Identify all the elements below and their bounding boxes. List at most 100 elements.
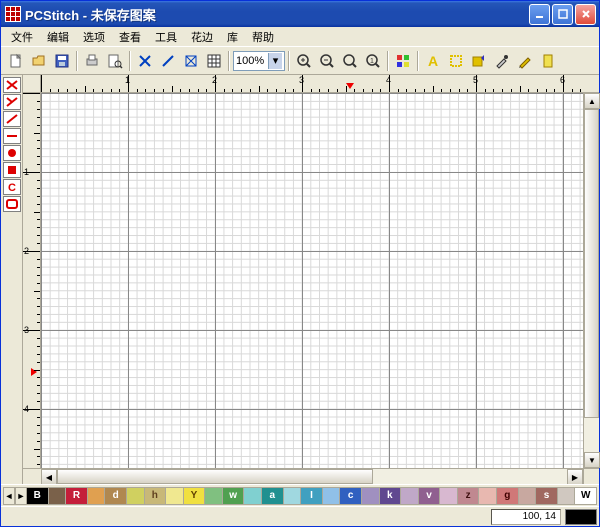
new-button[interactable] (5, 50, 27, 72)
svg-text:1: 1 (370, 58, 374, 65)
zoom-in-button[interactable] (293, 50, 315, 72)
ruler-horizontal[interactable]: 123456 (41, 75, 583, 93)
palette-color[interactable]: d (105, 488, 127, 504)
palette-color[interactable]: g (497, 488, 519, 504)
toolbar-separator (129, 51, 131, 71)
h-marker-icon[interactable] (346, 83, 354, 89)
workspace: C 123456 12345 ▲ ▼ (1, 75, 599, 484)
scroll-right-button[interactable]: ▶ (567, 469, 583, 485)
palette-swatch[interactable] (558, 488, 576, 504)
status-coords: 100, 14 (491, 509, 561, 525)
zoom-combo[interactable]: 100% ▾ (233, 51, 285, 71)
scroll-thumb-v[interactable] (584, 109, 599, 418)
scroll-thumb-h[interactable] (57, 469, 373, 484)
app-window: PCStitch - 未保存图案 文件 编辑 选项 查看 工具 花边 库 帮助 … (0, 0, 600, 527)
full-cross-tool[interactable] (3, 77, 21, 93)
zoom-out-button[interactable] (316, 50, 338, 72)
scroll-left-button[interactable]: ◀ (41, 469, 57, 485)
palette-color[interactable]: z (458, 488, 480, 504)
window-title: PCStitch - 未保存图案 (25, 5, 529, 24)
status-color-swatch (565, 509, 597, 525)
chevron-down-icon: ▾ (268, 53, 282, 69)
text-button[interactable]: A (422, 50, 444, 72)
menu-help[interactable]: 帮助 (246, 27, 280, 47)
palette-swatch[interactable] (166, 488, 184, 504)
palette-swatch[interactable] (323, 488, 341, 504)
outline-tool[interactable] (3, 196, 21, 212)
pencil-button[interactable] (514, 50, 536, 72)
print-preview-button[interactable] (104, 50, 126, 72)
palette-color[interactable]: w (223, 488, 245, 504)
zoom-actual-button[interactable]: 1 (362, 50, 384, 72)
toolbar-separator (288, 51, 290, 71)
menu-border[interactable]: 花边 (185, 27, 219, 47)
french-knot-tool[interactable] (3, 145, 21, 161)
palette-next-button[interactable]: ► (15, 487, 27, 505)
scroll-down-button[interactable]: ▼ (584, 452, 600, 468)
palette-swatch[interactable] (519, 488, 537, 504)
palette-color[interactable]: I (301, 488, 323, 504)
document-name: 未保存图案 (91, 8, 156, 23)
palette-swatch[interactable] (244, 488, 262, 504)
open-button[interactable] (28, 50, 50, 72)
close-button[interactable] (575, 4, 596, 25)
palette-swatch[interactable] (284, 488, 302, 504)
import-button[interactable] (468, 50, 490, 72)
palette-color[interactable]: v (419, 488, 441, 504)
vertical-scrollbar[interactable]: ▲ ▼ (583, 93, 599, 468)
minimize-button[interactable] (529, 4, 550, 25)
palette-swatch[interactable] (127, 488, 145, 504)
color-tool[interactable]: C (3, 179, 21, 195)
highlight-button[interactable] (537, 50, 559, 72)
canvas[interactable] (41, 93, 583, 468)
backstitch-button[interactable] (157, 50, 179, 72)
palette-color[interactable]: k (380, 488, 402, 504)
menu-tools[interactable]: 工具 (149, 27, 183, 47)
palette-swatch[interactable] (401, 488, 419, 504)
palette-prev-button[interactable]: ◄ (3, 487, 15, 505)
ruler-h-label: 2 (212, 75, 217, 85)
palette-color[interactable]: a (262, 488, 284, 504)
backstitch-tool[interactable] (3, 128, 21, 144)
menu-edit[interactable]: 编辑 (41, 27, 75, 47)
palette-color[interactable]: R (66, 488, 88, 504)
menu-view[interactable]: 查看 (113, 27, 147, 47)
palette-color[interactable]: c (340, 488, 362, 504)
toolbar-separator (417, 51, 419, 71)
palette-color[interactable]: B (27, 488, 49, 504)
palette-swatch[interactable] (88, 488, 106, 504)
print-button[interactable] (81, 50, 103, 72)
scroll-up-button[interactable]: ▲ (584, 93, 600, 109)
palette-color[interactable]: h (145, 488, 167, 504)
menu-options[interactable]: 选项 (77, 27, 111, 47)
palette-swatch[interactable] (479, 488, 497, 504)
full-stitch-button[interactable] (134, 50, 156, 72)
zoom-fit-button[interactable] (339, 50, 361, 72)
selection-button[interactable] (445, 50, 467, 72)
menu-library[interactable]: 库 (221, 27, 244, 47)
window-buttons (529, 4, 596, 25)
palette-swatch[interactable] (205, 488, 223, 504)
grid-toggle-button[interactable] (203, 50, 225, 72)
half-cross-tool[interactable] (3, 94, 21, 110)
editor: 123456 12345 ▲ ▼ ◀ (23, 75, 599, 484)
ruler-corner (23, 75, 41, 93)
horizontal-scrollbar[interactable]: ◀ ▶ (41, 468, 583, 484)
palette-swatch[interactable] (440, 488, 458, 504)
palette-color[interactable]: s (536, 488, 558, 504)
ruler-vertical[interactable]: 12345 (23, 93, 41, 468)
specialty-stitch-button[interactable] (180, 50, 202, 72)
toolbar-separator (228, 51, 230, 71)
palette-color[interactable]: Y (184, 488, 206, 504)
save-button[interactable] (51, 50, 73, 72)
bead-tool[interactable] (3, 162, 21, 178)
menu-file[interactable]: 文件 (5, 27, 39, 47)
palette-button[interactable] (392, 50, 414, 72)
palette-color[interactable]: W (575, 488, 597, 504)
quarter-tool[interactable] (3, 111, 21, 127)
eyedropper-button[interactable] (491, 50, 513, 72)
ruler-v-label: 2 (24, 246, 29, 256)
maximize-button[interactable] (552, 4, 573, 25)
palette-swatch[interactable] (49, 488, 67, 504)
palette-swatch[interactable] (362, 488, 380, 504)
